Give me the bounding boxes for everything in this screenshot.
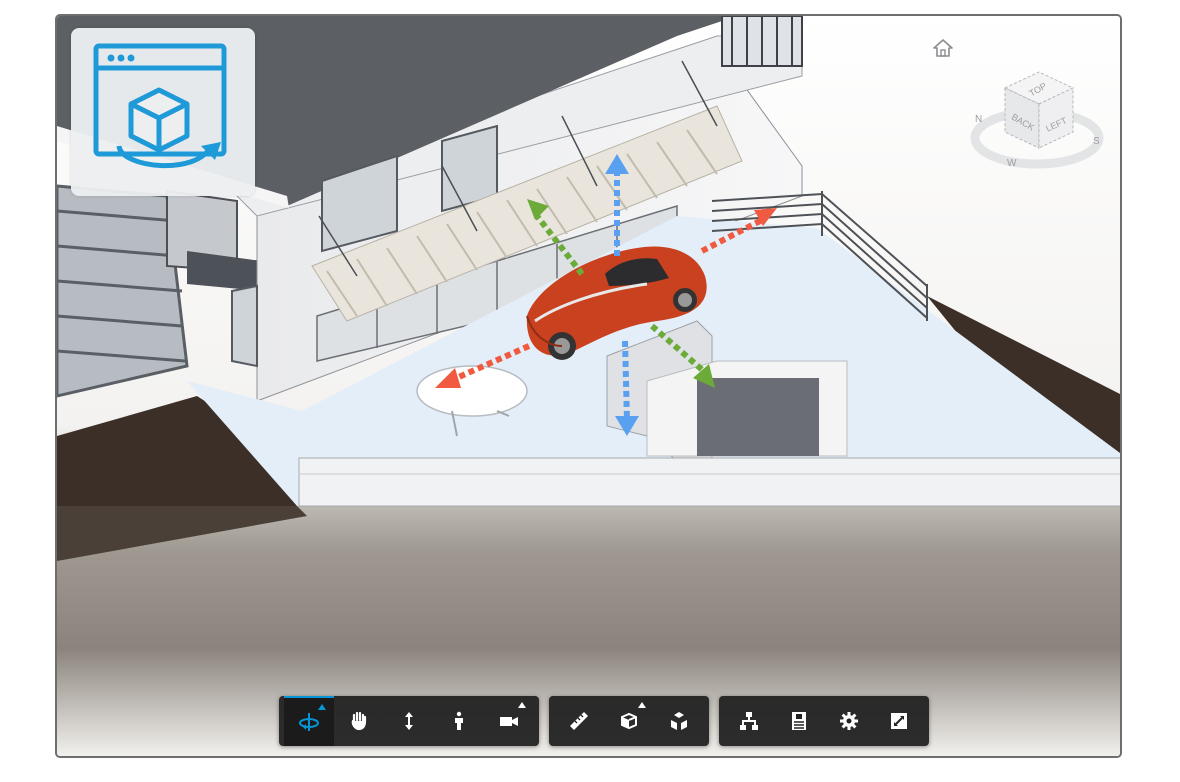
- app-logo-tile: [71, 28, 255, 196]
- gear-icon: [840, 712, 858, 730]
- home-view-button[interactable]: [931, 36, 955, 60]
- compass-w: W: [1007, 158, 1017, 169]
- camera-icon: [500, 717, 518, 726]
- viewcube[interactable]: N W S TOP BACK LEFT: [967, 66, 1107, 186]
- zoom-button[interactable]: [384, 696, 434, 746]
- settings-button[interactable]: [824, 696, 874, 746]
- model-browser-icon: [740, 712, 758, 730]
- navigation-tools-group: [279, 696, 539, 746]
- submenu-caret-icon: [318, 704, 326, 710]
- zoom-icon: [405, 712, 413, 730]
- explode-icon: [671, 712, 687, 730]
- camera-button[interactable]: [484, 696, 534, 746]
- section-button[interactable]: [604, 696, 654, 746]
- model-browser-button[interactable]: [724, 696, 774, 746]
- pan-button[interactable]: [334, 696, 384, 746]
- measure-button[interactable]: [554, 696, 604, 746]
- submenu-caret-icon: [638, 702, 646, 708]
- section-icon: [621, 712, 637, 730]
- properties-icon: [792, 712, 806, 730]
- fullscreen-button[interactable]: [874, 696, 924, 746]
- settings-tools-group: [719, 696, 929, 746]
- submenu-caret-icon: [518, 702, 526, 708]
- properties-button[interactable]: [774, 696, 824, 746]
- viewer-app-icon: [93, 43, 227, 168]
- explode-button[interactable]: [654, 696, 704, 746]
- compass-s: S: [1093, 136, 1100, 147]
- first-person-button[interactable]: [434, 696, 484, 746]
- compass-n: N: [975, 114, 982, 125]
- viewer-canvas[interactable]: N W S TOP BACK LEFT: [55, 14, 1122, 758]
- first-person-icon: [455, 711, 463, 730]
- home-icon: [933, 39, 953, 57]
- viewer-toolbar: [279, 696, 929, 746]
- modeling-tools-group: [549, 696, 709, 746]
- measure-icon: [570, 712, 588, 730]
- orbit-button[interactable]: [284, 696, 334, 746]
- orbit-icon: [299, 713, 319, 731]
- fullscreen-icon: [891, 713, 907, 729]
- pan-icon: [351, 711, 367, 731]
